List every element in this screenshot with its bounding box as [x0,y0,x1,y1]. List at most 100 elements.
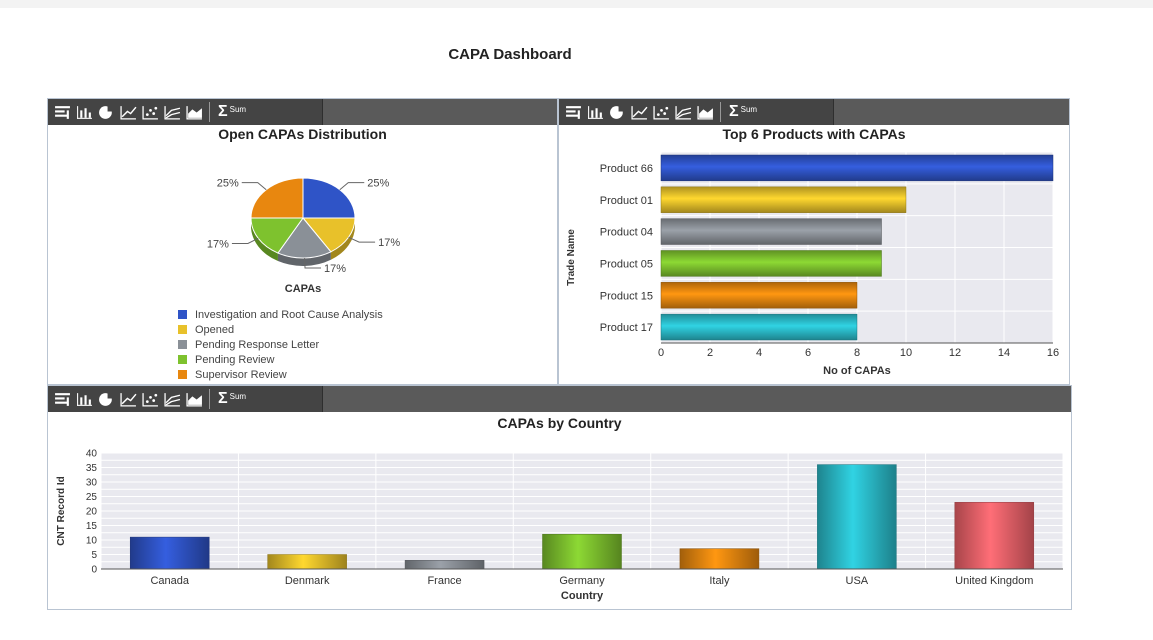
scatter-chart-icon[interactable] [141,390,159,408]
x-axis-label: No of CAPAs [823,365,891,377]
grid-icon[interactable] [53,390,71,408]
line-chart-icon[interactable] [119,103,137,121]
sum-label: Sum [229,391,247,401]
x-tick-label: 6 [805,347,811,359]
legend-item[interactable]: Pending Response Letter [178,337,383,352]
pie-slice-label: 17% [324,263,346,275]
bar [660,154,1054,182]
line-chart-icon[interactable] [119,390,137,408]
bar [679,548,760,570]
legend-swatch [178,340,187,349]
y-tick-label: 0 [91,565,97,576]
pie-slice-label: 17% [207,238,229,250]
x-axis-label: Country [561,590,604,602]
legend-swatch [178,325,187,334]
x-tick-label: Italy [709,575,730,587]
bar [404,560,485,570]
pie-slice-label: 17% [378,237,400,249]
area-chart-icon[interactable] [696,103,714,121]
legend-swatch [178,355,187,364]
sum-button[interactable]: Σ Sum [218,391,246,407]
y-tick-label: Product 01 [600,195,653,207]
pie-chart: 25% 17% 17% 17% 25% CAPAs [207,177,400,295]
x-tick-label: United Kingdom [955,575,1033,587]
sum-button[interactable]: Σ Sum [218,104,246,120]
legend-swatch [178,370,187,379]
products-chart-title: Top 6 Products with CAPAs [722,126,906,142]
y-tick-label: Product 15 [600,290,653,302]
x-tick-label: 0 [658,347,664,359]
y-axis-label: Trade Name [566,229,577,286]
legend-label: Pending Response Letter [195,338,320,351]
pie-leader-line [241,182,267,191]
multi-line-chart-icon[interactable] [674,103,692,121]
pie-leader-line [339,182,365,191]
chart-toolbar: Σ Sum [559,99,1069,125]
grid-icon[interactable] [53,103,71,121]
bar [542,533,622,570]
x-tick-label: Canada [150,575,189,587]
legend-item[interactable]: Opened [178,322,383,337]
y-tick-label: 15 [86,521,98,532]
chart-toolbar: Σ Sum [48,99,557,125]
x-tick-label: France [427,575,461,587]
legend-label: Pending Review [195,353,275,366]
x-tick-label: Denmark [285,575,330,587]
bar-chart-icon[interactable] [75,103,93,121]
legend-item[interactable]: Pending Review [178,352,383,367]
area-chart-icon[interactable] [185,103,203,121]
legend-label: Opened [195,323,235,336]
pie-chart-title: Open CAPAs Distribution [218,126,387,142]
bar-chart-icon[interactable] [75,390,93,408]
legend-label: Supervisor Review [195,368,287,381]
pie-slice-label: 25% [367,178,389,190]
bar [660,250,882,277]
x-tick-label: 4 [756,347,762,359]
y-tick-label: Product 04 [600,227,653,239]
legend-item[interactable]: Supervisor Review [178,367,383,382]
country-chart-title: CAPAs by Country [497,415,622,431]
multi-line-chart-icon[interactable] [163,103,181,121]
products-chart-panel: Σ Sum Top 6 Products with CAPAs 0 2 4 6 8 10 12… [558,98,1070,385]
bar [954,502,1035,570]
country-bar-chart: 0 5 10 15 20 25 30 35 40 Canada Denmark France Germa… [56,449,1064,602]
legend-item[interactable]: Investigation and Root Cause Analysis [178,307,383,322]
scatter-chart-icon[interactable] [652,103,670,121]
sum-button[interactable]: Σ Sum [729,104,757,120]
multi-line-chart-icon[interactable] [163,390,181,408]
country-chart-panel: Σ Sum CAPAs by Country 0 5 10 15 20 25 30 35 40 Ca… [47,385,1072,610]
bar [817,464,897,570]
x-tick-label: 16 [1047,347,1059,359]
x-tick-label: 12 [949,347,961,359]
area-chart-icon[interactable] [185,390,203,408]
bar [660,186,907,213]
y-tick-label: 10 [86,536,98,547]
pie-chart-icon[interactable] [97,390,115,408]
top-bar [0,0,1153,8]
sum-icon: Σ [218,103,228,120]
sum-icon: Σ [729,103,739,120]
pie-axis-label: CAPAs [285,283,321,295]
products-bar-chart: 0 2 4 6 8 10 12 14 16 Product 66 Product 01 Product… [566,151,1059,377]
x-tick-label: 10 [900,347,912,359]
sum-label: Sum [229,104,247,114]
line-chart-icon[interactable] [630,103,648,121]
scatter-chart-icon[interactable] [141,103,159,121]
x-tick-label: 8 [854,347,860,359]
page-title: CAPA Dashboard [448,46,572,63]
bar [660,282,858,309]
y-tick-label: 25 [86,492,98,503]
x-tick-label: 2 [707,347,713,359]
y-tick-label: 35 [86,463,98,474]
bar [660,218,882,245]
pie-chart-panel: Σ Sum Open CAPAs Distribution 25% 17% 17% 17… [47,98,558,385]
y-tick-label: 5 [91,550,97,561]
bar-chart-icon[interactable] [586,103,604,121]
x-tick-label: 14 [998,347,1010,359]
bar [129,536,210,570]
pie-chart-icon[interactable] [97,103,115,121]
pie-chart-icon[interactable] [608,103,626,121]
bar [660,313,858,341]
sum-label: Sum [740,104,758,114]
grid-icon[interactable] [564,103,582,121]
